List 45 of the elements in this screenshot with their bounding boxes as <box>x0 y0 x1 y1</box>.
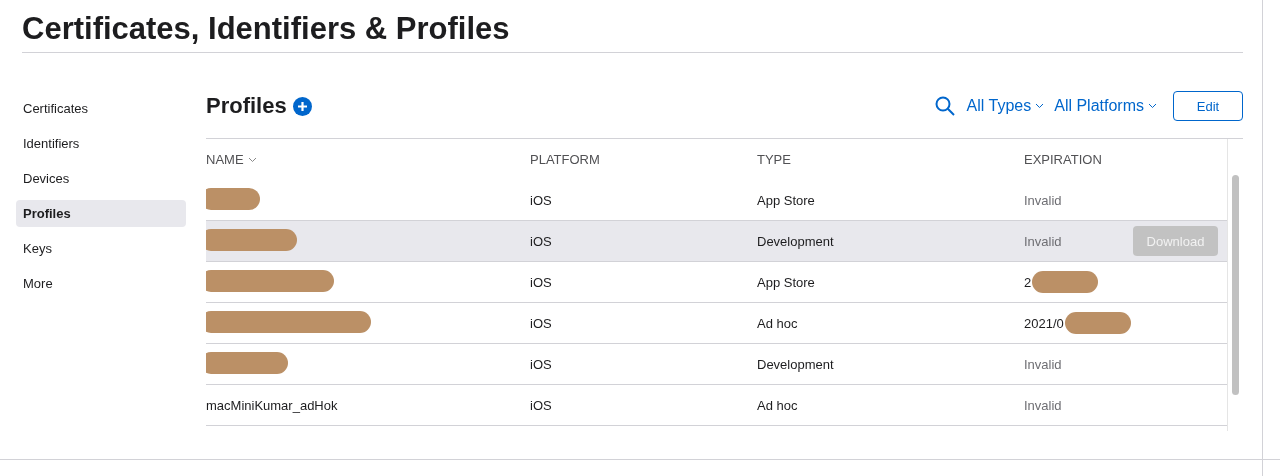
scrollbar-thumb[interactable] <box>1232 175 1239 395</box>
sidebar-item[interactable]: Identifiers <box>16 130 186 157</box>
sidebar-item[interactable]: Devices <box>16 165 186 192</box>
column-header: EXPIRATION <box>1024 152 1103 167</box>
search-icon[interactable] <box>934 96 955 116</box>
table-cell-text: App Store <box>757 192 816 208</box>
table-row[interactable]: iOS Ad hoc 2021/0 <box>206 303 1227 344</box>
filter-dropdown[interactable]: All Platforms <box>1054 97 1157 115</box>
filter-dropdown[interactable]: All Types <box>966 97 1045 115</box>
table-row[interactable]: macMiniKumar_adHok iOS Ad hoc Invalid <box>206 385 1227 426</box>
table-cell-text: iOS <box>530 356 553 372</box>
table-cell: Invalid <box>1024 356 1062 372</box>
table-row[interactable]: iOS App Store 2 <box>206 262 1227 303</box>
table-cell: Invalid <box>1024 192 1062 208</box>
table-cell-text: Ad hoc <box>757 315 799 331</box>
table-cell: macMiniKumar_adHok <box>206 397 338 413</box>
table-cell-text: App Store <box>757 274 816 290</box>
table-cell-text: Ad hoc <box>757 397 799 413</box>
sidebar-item[interactable]: Certificates <box>16 95 186 122</box>
table-cell-text: iOS <box>530 274 553 290</box>
table-cell-text: Development <box>757 233 835 249</box>
table-cell-text: iOS <box>530 233 553 249</box>
page-title: Certificates, Identifiers & Profiles <box>22 10 1243 53</box>
table-cell-text: iOS <box>530 192 553 208</box>
sidebar-item[interactable]: More <box>16 270 186 297</box>
table-cell: 2 <box>1024 274 1032 290</box>
edit-button[interactable]: Edit <box>1173 91 1243 121</box>
column-header[interactable]: NAME <box>206 152 530 167</box>
column-header: TYPE <box>757 152 792 167</box>
table-cell: 2021/0 <box>1024 315 1064 331</box>
column-header: PLATFORM <box>530 152 601 167</box>
section-title: Profiles <box>206 93 287 119</box>
column-label: NAME <box>206 152 244 167</box>
chevron-icon <box>247 156 257 163</box>
table-cell-text: Development <box>757 356 835 372</box>
sidebar-item[interactable]: Keys <box>16 235 186 262</box>
table-cell-text: iOS <box>530 315 553 331</box>
chevron-icon <box>1035 103 1045 109</box>
table-row[interactable]: iOS Development Invalid <box>206 344 1227 385</box>
table-cell: Invalid <box>1024 233 1062 249</box>
sidebar-item[interactable]: Profiles <box>16 200 186 227</box>
table-cell: Invalid <box>1024 397 1062 413</box>
add-icon[interactable] <box>292 96 312 116</box>
chevron-icon <box>1148 103 1157 109</box>
table-cell-text: iOS <box>530 397 553 413</box>
